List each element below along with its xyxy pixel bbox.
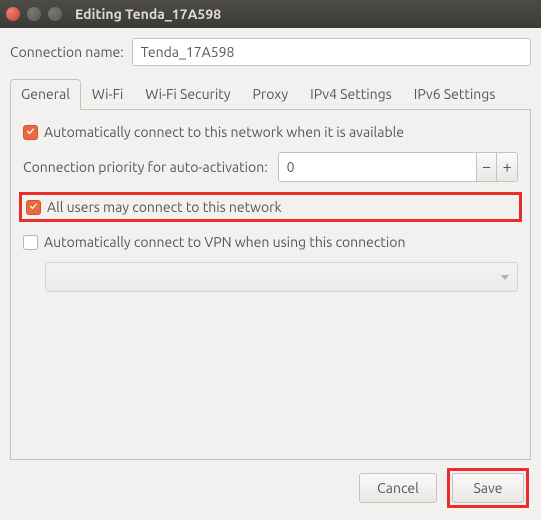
- tab-ipv6[interactable]: IPv6 Settings: [403, 79, 507, 110]
- maximize-icon[interactable]: [48, 7, 62, 21]
- window-body: Connection name: General Wi-Fi Wi-Fi Sec…: [0, 28, 541, 520]
- tab-proxy[interactable]: Proxy: [242, 79, 300, 110]
- tab-bar: General Wi-Fi Wi-Fi Security Proxy IPv4 …: [10, 78, 531, 110]
- priority-input[interactable]: [279, 153, 476, 181]
- cancel-button[interactable]: Cancel: [359, 473, 437, 503]
- priority-spinner: − +: [278, 152, 518, 182]
- auto-vpn-row: Automatically connect to VPN when using …: [23, 234, 518, 250]
- priority-label: Connection priority for auto-activation:: [23, 159, 268, 175]
- auto-connect-row: Automatically connect to this network wh…: [23, 124, 518, 140]
- close-icon[interactable]: [6, 7, 20, 21]
- all-users-row: All users may connect to this network: [26, 199, 515, 215]
- connection-name-input[interactable]: [132, 38, 531, 66]
- tab-ipv4[interactable]: IPv4 Settings: [299, 79, 403, 110]
- connection-name-label: Connection name:: [10, 44, 124, 60]
- minimize-icon[interactable]: [27, 7, 41, 21]
- chevron-down-icon: [501, 275, 509, 280]
- all-users-highlight: All users may connect to this network: [19, 192, 522, 222]
- window-title: Editing Tenda_17A598: [75, 6, 221, 22]
- auto-connect-checkbox[interactable]: [23, 125, 38, 140]
- titlebar: Editing Tenda_17A598: [0, 0, 541, 28]
- auto-connect-label: Automatically connect to this network wh…: [44, 124, 404, 140]
- priority-increment-button[interactable]: +: [496, 153, 517, 181]
- auto-vpn-label: Automatically connect to VPN when using …: [44, 234, 405, 250]
- tab-wifi-security[interactable]: Wi-Fi Security: [134, 79, 241, 110]
- tab-wifi[interactable]: Wi-Fi: [81, 79, 134, 110]
- auto-vpn-checkbox[interactable]: [23, 235, 38, 250]
- save-button[interactable]: Save: [452, 473, 524, 503]
- connection-name-row: Connection name:: [10, 38, 531, 66]
- priority-row: Connection priority for auto-activation:…: [23, 152, 518, 182]
- vpn-select[interactable]: [45, 262, 518, 292]
- all-users-label: All users may connect to this network: [47, 199, 282, 215]
- dialog-button-bar: Cancel Save: [10, 460, 531, 512]
- priority-decrement-button[interactable]: −: [476, 153, 497, 181]
- save-highlight: Save: [447, 468, 529, 508]
- all-users-checkbox[interactable]: [26, 200, 41, 215]
- tab-general[interactable]: General: [10, 79, 81, 110]
- tab-content-general: Automatically connect to this network wh…: [10, 110, 531, 460]
